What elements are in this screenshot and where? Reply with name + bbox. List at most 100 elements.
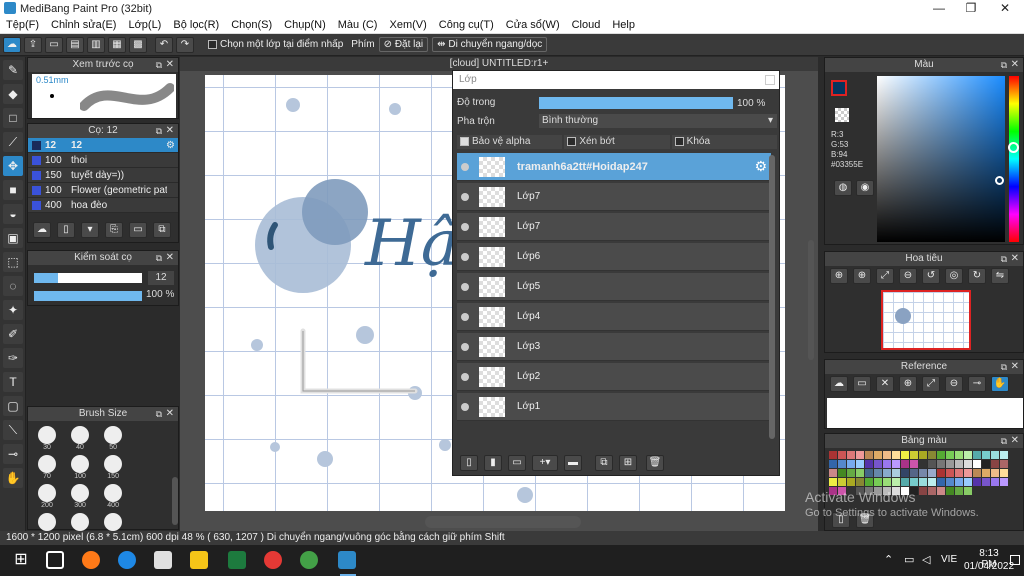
pin-icon[interactable]: ⧉ <box>1001 252 1007 266</box>
palette-swatch[interactable] <box>847 460 855 468</box>
layer-row[interactable]: Lớp2 <box>457 363 771 391</box>
grid-icon[interactable]: ▦ <box>108 36 126 53</box>
layer-row[interactable]: Lớp4 <box>457 303 771 331</box>
palette-swatch[interactable] <box>982 451 990 459</box>
layer-row[interactable]: Lớp7 <box>457 183 771 211</box>
windows-start-icon[interactable]: ⊞ <box>12 551 30 569</box>
chrome-profile-icon[interactable] <box>300 551 318 569</box>
menu-help[interactable]: Help <box>606 19 641 31</box>
palette-swatch[interactable] <box>928 460 936 468</box>
frame-tool-icon[interactable]: ▢ <box>3 396 23 416</box>
palette-swatch[interactable] <box>865 451 873 459</box>
brush-item[interactable]: 150 tuyết dày=)) <box>28 168 178 183</box>
new-brush-icon[interactable]: ▯ <box>57 222 75 238</box>
layer-panel-close-icon[interactable] <box>765 75 775 85</box>
hand-tool-icon[interactable]: ✋ <box>3 468 23 488</box>
layer-scrollbar[interactable] <box>769 155 775 439</box>
palette-icon[interactable]: ◍ <box>834 180 852 196</box>
palette-swatch[interactable] <box>910 478 918 486</box>
pin-icon[interactable]: ⧉ <box>156 124 162 138</box>
select-layer-checkbox[interactable] <box>208 39 217 49</box>
brush-size-option[interactable]: 400 <box>99 482 127 509</box>
eyedropper-icon[interactable]: ⊸ <box>968 376 986 392</box>
palette-swatch[interactable] <box>973 460 981 468</box>
palette-swatch[interactable] <box>955 460 963 468</box>
palette-swatch[interactable] <box>901 451 909 459</box>
palette-swatch[interactable] <box>937 469 945 477</box>
layer-row[interactable]: Lớp5 <box>457 273 771 301</box>
clipping-option[interactable]: Xén bớt <box>564 135 670 149</box>
palette-swatch[interactable] <box>838 451 846 459</box>
palette-swatch[interactable] <box>874 451 882 459</box>
brush-size-value[interactable]: 12 <box>148 271 174 285</box>
menu-color[interactable]: Màu (C) <box>332 19 384 31</box>
brush-size-option[interactable]: 50 <box>99 424 127 451</box>
pin-icon[interactable]: ⧉ <box>1001 360 1007 374</box>
menu-file[interactable]: Tệp(F) <box>0 19 45 31</box>
duplicate-icon[interactable]: ⧉ <box>153 222 171 238</box>
new-halftone-layer-icon[interactable]: ▮ <box>484 455 502 471</box>
palette-swatch[interactable] <box>964 469 972 477</box>
rotate-right-icon[interactable]: ↻ <box>968 268 986 284</box>
brush-size-option[interactable]: 70 <box>33 453 61 480</box>
eye-icon[interactable] <box>461 312 469 321</box>
medibang-taskbar-icon[interactable] <box>338 551 356 569</box>
explorer-icon[interactable] <box>190 551 208 569</box>
brush-size-option[interactable]: 30 <box>33 424 61 451</box>
note-icon[interactable]: ▤ <box>66 36 84 53</box>
palette-swatch[interactable] <box>892 469 900 477</box>
select-layer-option[interactable]: Chọn một lớp tại điểm nhấp <box>208 39 343 50</box>
gear-icon[interactable]: ⚙ <box>166 140 175 151</box>
palette-swatch[interactable] <box>946 478 954 486</box>
fit-icon[interactable]: ⤢ <box>922 376 940 392</box>
palette-swatch[interactable] <box>928 469 936 477</box>
move-direction-button[interactable]: ⇹ Di chuyển ngang/dọc <box>432 37 548 52</box>
zoom-in-icon[interactable]: ⊕ <box>899 376 917 392</box>
brush-size-option[interactable]: 40 <box>66 424 94 451</box>
palette-swatch[interactable] <box>883 478 891 486</box>
palette-swatch[interactable] <box>829 478 837 486</box>
lasso-tool-icon[interactable]: ◌ <box>3 276 23 296</box>
minimize-button[interactable]: — <box>922 0 956 17</box>
clock-date[interactable]: 01/04/2022 <box>964 561 1014 572</box>
brush-tool-icon[interactable]: ✎ <box>3 60 23 80</box>
palette-swatch[interactable] <box>910 469 918 477</box>
brush-item[interactable]: 100 Flower (geometric patt <box>28 183 178 198</box>
zoom-out-icon[interactable]: ⊖ <box>899 268 917 284</box>
new-8bit-layer-icon[interactable]: ▭ <box>508 455 526 471</box>
excel-icon[interactable] <box>228 551 246 569</box>
notification-icon[interactable] <box>1010 555 1020 565</box>
hand-icon[interactable]: ✋ <box>991 376 1009 392</box>
select-pen-icon[interactable]: ✐ <box>3 324 23 344</box>
eraser-tool-icon[interactable]: ◆ <box>3 84 23 104</box>
rotate-left-icon[interactable]: ↺ <box>922 268 940 284</box>
palette-swatch[interactable] <box>856 460 864 468</box>
undo-button[interactable]: ↶ <box>155 36 173 53</box>
select-tool-icon[interactable]: ⬚ <box>3 252 23 272</box>
flip-icon[interactable]: ⇋ <box>991 268 1009 284</box>
palette-swatch[interactable] <box>856 451 864 459</box>
saturation-value-picker[interactable] <box>877 76 1005 242</box>
zoom-in-icon[interactable]: ⊕ <box>853 268 871 284</box>
language-indicator[interactable]: VIE <box>941 554 957 565</box>
transparent-color-swatch[interactable] <box>835 108 849 122</box>
comment-icon[interactable]: ▭ <box>45 36 63 53</box>
layer-row[interactable]: Lớp7 <box>457 213 771 241</box>
palette-swatch[interactable] <box>973 478 981 486</box>
protect-alpha-option[interactable]: Bảo vệ alpha <box>457 135 563 149</box>
maximize-button[interactable]: ❐ <box>954 0 988 17</box>
brush-size-slider[interactable] <box>34 273 142 283</box>
cloud-icon[interactable]: ☁ <box>830 376 848 392</box>
palette-swatch[interactable] <box>883 460 891 468</box>
palette-swatch[interactable] <box>946 460 954 468</box>
palette-swatch[interactable] <box>901 478 909 486</box>
palette-swatch[interactable] <box>865 460 873 468</box>
palette-swatch[interactable] <box>847 451 855 459</box>
redo-button[interactable]: ↷ <box>176 36 194 53</box>
menu-layer[interactable]: Lớp(L) <box>122 19 167 31</box>
palette-swatch[interactable] <box>946 469 954 477</box>
close-icon[interactable]: ✕ <box>876 376 894 392</box>
menu-cloud[interactable]: Cloud <box>566 19 607 31</box>
brush-item[interactable]: 12 12 ⚙ <box>28 138 178 153</box>
merge-layer-icon[interactable]: ⊞ <box>619 455 637 471</box>
